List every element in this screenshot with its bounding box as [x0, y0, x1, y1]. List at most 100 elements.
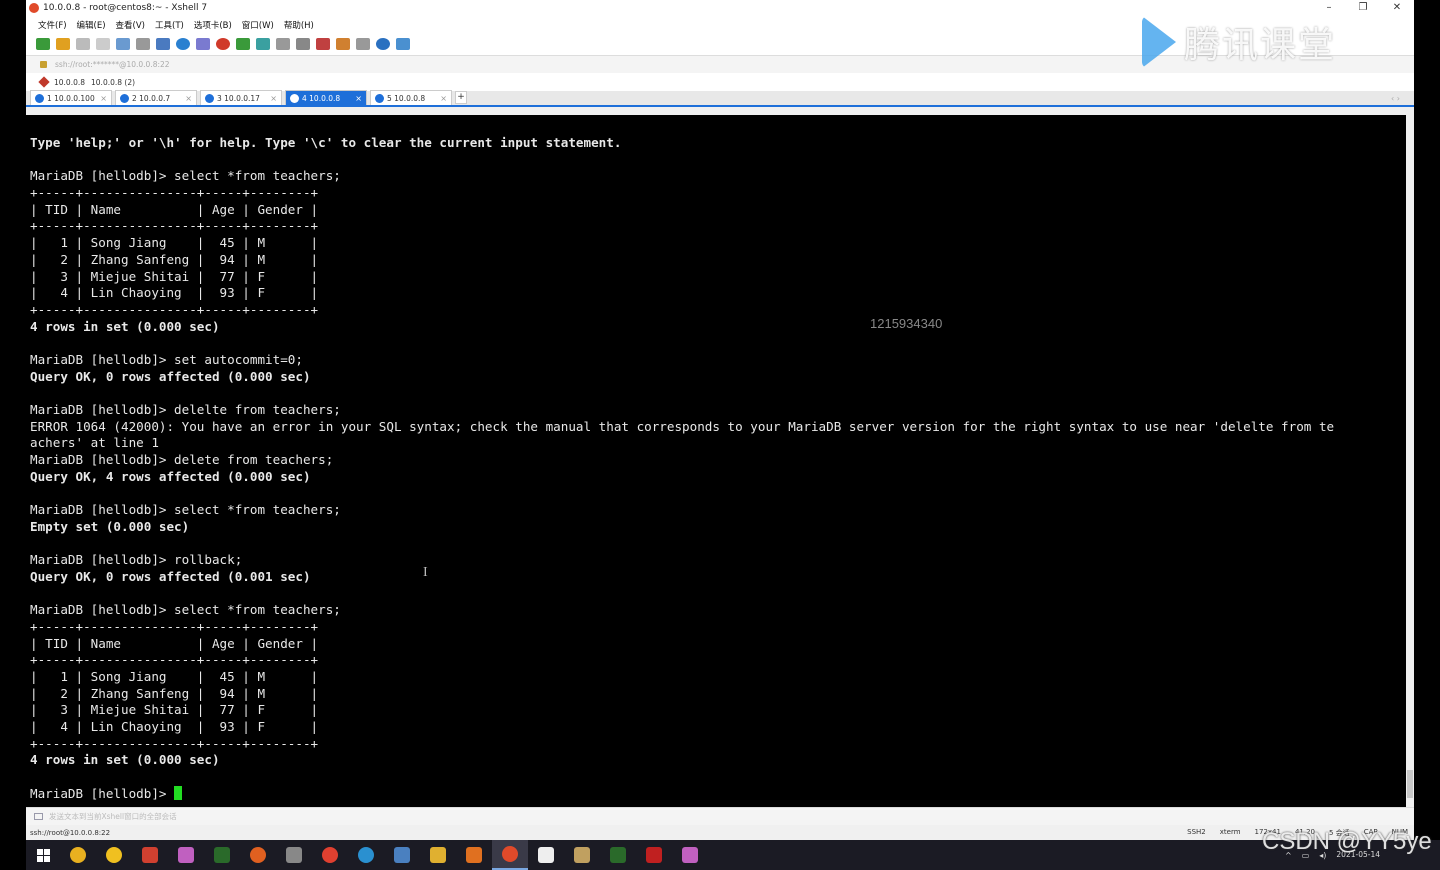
taskbar-acrobat[interactable]	[636, 840, 672, 870]
chat-icon[interactable]	[396, 38, 410, 50]
layout-icon[interactable]	[356, 38, 370, 50]
terminal-line: | 1 | Song Jiang | 45 | M |	[30, 235, 319, 251]
terminal-output: Type 'help;' or '\h' for help. Type '\c'…	[26, 115, 1406, 803]
taskbar-typora[interactable]	[528, 840, 564, 870]
find-icon[interactable]	[136, 38, 150, 50]
taskbar-vnc[interactable]	[204, 840, 240, 870]
recording-border-left	[0, 0, 26, 840]
font-icon[interactable]	[196, 38, 210, 50]
terminal-line: | 4 | Lin Chaoying | 93 | F |	[30, 285, 319, 301]
scrollbar-thumb[interactable]	[1407, 770, 1413, 798]
taskbar-app-blue[interactable]	[384, 840, 420, 870]
tab-bar: 1 10.0.0.100 × 2 10.0.0.7 × 3 10.0.0.17 × 4…	[26, 90, 1414, 107]
tab-close-icon[interactable]: ×	[355, 94, 362, 103]
menu-file[interactable]: 文件(F)	[38, 19, 67, 31]
highlight-icon[interactable]	[316, 38, 330, 50]
taskbar-app-yellow[interactable]	[96, 840, 132, 870]
terminal-line: | 2 | Zhang Sanfeng | 94 | M |	[30, 685, 319, 701]
terminal-line: | 2 | Zhang Sanfeng | 94 | M |	[30, 251, 319, 267]
menu-window[interactable]: 窗口(W)	[242, 19, 274, 31]
terminal-pane[interactable]: Type 'help;' or '\h' for help. Type '\c'…	[26, 115, 1406, 807]
taskbar-app-tool[interactable]	[276, 840, 312, 870]
close-button[interactable]: ✕	[1380, 0, 1414, 16]
menu-help[interactable]: 帮助(H)	[284, 19, 314, 31]
new-session-icon[interactable]	[36, 38, 50, 50]
terminal-line: +-----+---------------+-----+--------+	[30, 735, 319, 751]
terminal-cursor	[174, 785, 183, 800]
taskbar-edge[interactable]	[348, 840, 384, 870]
tab-close-icon[interactable]: ×	[185, 94, 192, 103]
terminal-prompt-line[interactable]: MariaDB [hellodb]>	[30, 785, 1406, 803]
tencent-classroom-logo: 腾讯课堂	[1142, 16, 1336, 68]
xagent-icon[interactable]	[236, 38, 250, 50]
properties-icon[interactable]	[156, 38, 170, 50]
taskbar-app-paint-2[interactable]	[672, 840, 708, 870]
session-item[interactable]: 10.0.0.8 (2)	[91, 78, 135, 87]
taskbar-app-keys[interactable]	[564, 840, 600, 870]
info-icon	[375, 93, 384, 103]
status-protocol: SSH2	[1187, 827, 1206, 836]
terminal-line: Type 'help;' or '\h' for help. Type '\c'…	[30, 135, 622, 150]
overlay-number: 1215934340	[870, 316, 943, 331]
globe-icon[interactable]	[176, 38, 190, 50]
disconnect-icon[interactable]	[96, 38, 110, 50]
fullscreen-icon[interactable]	[256, 38, 270, 50]
taskbar-app-orange[interactable]	[456, 840, 492, 870]
open-folder-icon[interactable]	[56, 38, 70, 50]
terminal-line: 4 rows in set (0.000 sec)	[30, 752, 220, 768]
menu-view[interactable]: 查看(V)	[116, 19, 145, 31]
taskbar-app-paint[interactable]	[168, 840, 204, 870]
keyboard-icon[interactable]	[296, 38, 310, 50]
session-item[interactable]: 10.0.0.8	[54, 78, 85, 87]
terminal-line: Query OK, 0 rows affected (0.000 sec)	[30, 368, 311, 384]
tab-session-4[interactable]: 4 10.0.0.8 ×	[285, 90, 367, 105]
menu-tabs[interactable]: 选项卡(B)	[194, 19, 232, 31]
connect-icon[interactable]	[76, 38, 90, 50]
menu-edit[interactable]: 编辑(E)	[77, 19, 106, 31]
terminal-line: ERROR 1064 (42000): You have an error in…	[30, 418, 1335, 434]
taskbar-app-red[interactable]	[132, 840, 168, 870]
add-tab-button[interactable]: +	[455, 91, 467, 104]
windows-taskbar: ^ ▭ ◂) 2021-05-14	[26, 840, 1440, 870]
taskbar-firefox[interactable]	[240, 840, 276, 870]
tab-label: 3 10.0.0.17	[217, 93, 260, 103]
taskbar-chrome[interactable]	[60, 840, 96, 870]
csdn-watermark: CSDN @YY5ye	[1262, 828, 1432, 855]
tab-scroll-arrows[interactable]: ‹ ›	[1391, 94, 1400, 103]
vertical-scrollbar[interactable]	[1406, 115, 1414, 807]
taskbar-xshell[interactable]	[492, 840, 528, 870]
help-icon[interactable]	[376, 38, 390, 50]
session-bar: 10.0.0.8 10.0.0.8 (2)	[26, 73, 1414, 91]
tab-close-icon[interactable]: ×	[440, 94, 447, 103]
taskbar-vnc-2[interactable]	[600, 840, 636, 870]
compose-icon[interactable]	[34, 813, 43, 820]
terminal-line: | 1 | Song Jiang | 45 | M |	[30, 669, 319, 684]
taskbar-explorer[interactable]	[420, 840, 456, 870]
xftp-icon[interactable]	[216, 38, 230, 50]
window-title: 10.0.0.8 - root@centos8:~ - Xshell 7	[43, 3, 208, 13]
tab-label: 2 10.0.0.7	[132, 93, 171, 103]
copy-icon[interactable]	[116, 38, 130, 50]
terminal-line: Query OK, 0 rows affected (0.001 sec)	[30, 568, 311, 584]
script-icon[interactable]	[336, 38, 350, 50]
start-button[interactable]	[26, 840, 60, 870]
taskbar-chrome-2[interactable]	[312, 840, 348, 870]
restore-button[interactable]: ❐	[1346, 0, 1380, 16]
tab-close-icon[interactable]: ×	[100, 94, 107, 103]
tab-close-icon[interactable]: ×	[270, 94, 277, 103]
tab-session-2[interactable]: 2 10.0.0.7 ×	[115, 90, 197, 105]
lock-icon[interactable]	[276, 38, 290, 50]
compose-hint[interactable]: 发送文本到当前Xshell窗口的全部会话	[49, 811, 177, 822]
minimize-button[interactable]: –	[1312, 0, 1346, 16]
tab-session-5[interactable]: 5 10.0.0.8 ×	[370, 90, 452, 105]
address-input[interactable]: ssh://root:*******@10.0.0.8:22	[55, 60, 170, 69]
tab-session-1[interactable]: 1 10.0.0.100 ×	[30, 90, 112, 105]
tab-session-3[interactable]: 3 10.0.0.17 ×	[200, 90, 282, 105]
info-icon	[120, 93, 129, 103]
menu-tools[interactable]: 工具(T)	[155, 19, 184, 31]
